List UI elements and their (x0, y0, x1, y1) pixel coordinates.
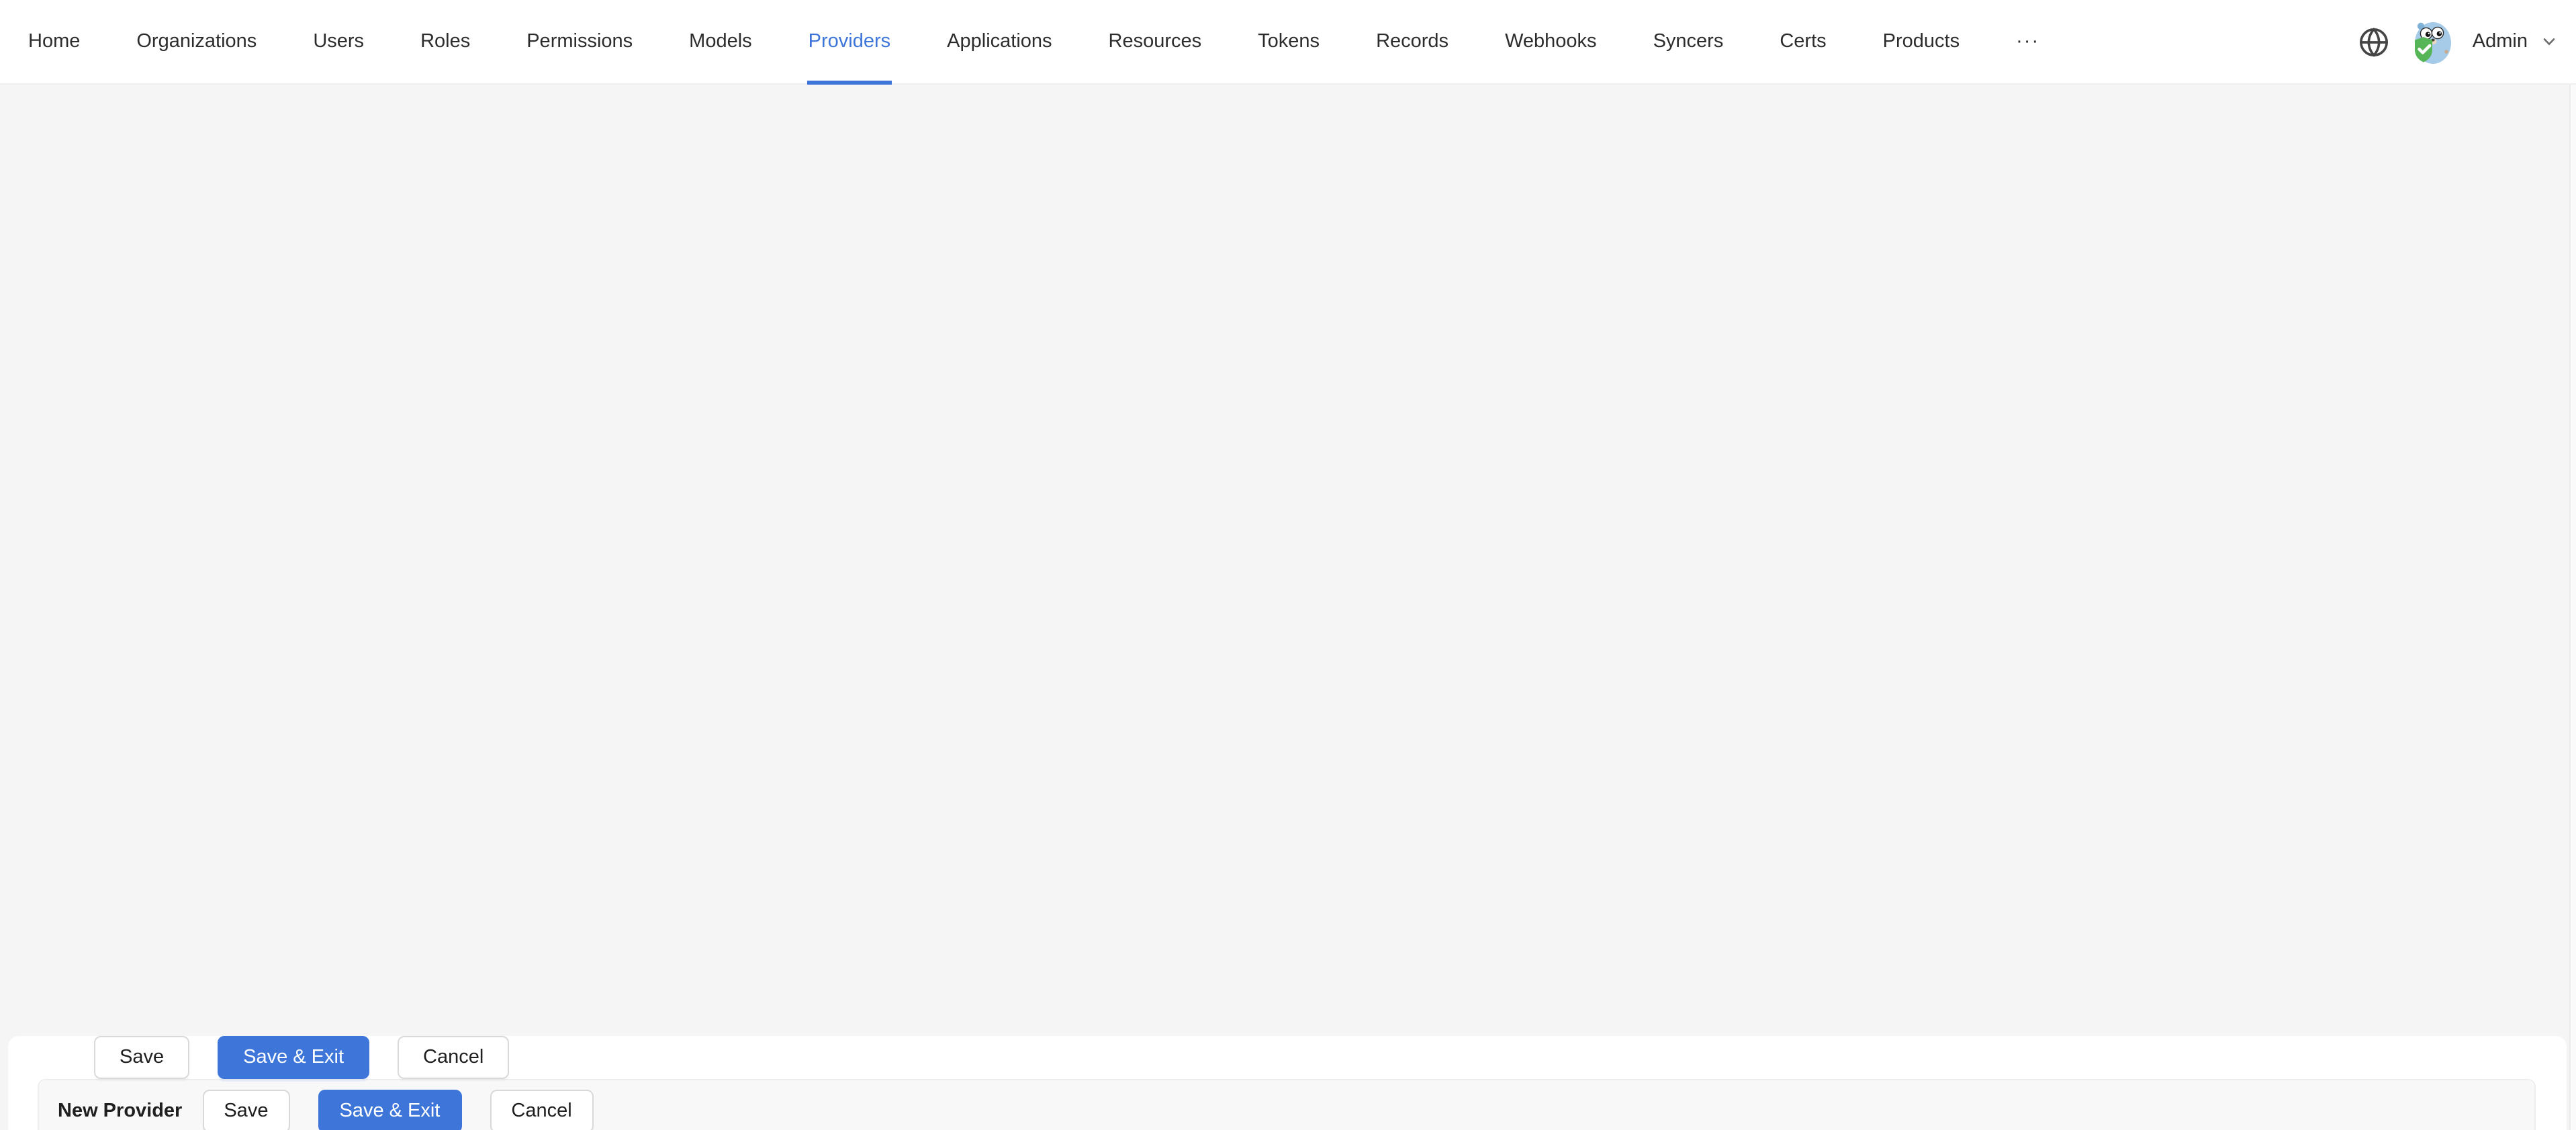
nav-item-permissions[interactable]: Permissions (498, 0, 661, 83)
nav-item-certs[interactable]: Certs (1751, 0, 1854, 83)
save-button-bottom[interactable]: Save (94, 1036, 189, 1079)
nav-item-home[interactable]: Home (0, 0, 108, 83)
nav-item-syncers[interactable]: Syncers (1625, 0, 1752, 83)
nav-item-organizations[interactable]: Organizations (108, 0, 285, 83)
page-title: New Provider (58, 1100, 182, 1122)
save-button-top[interactable]: Save (202, 1090, 289, 1130)
page-scrollbar[interactable] (2569, 85, 2576, 1130)
nav-item-providers-active[interactable]: Providers (780, 0, 919, 83)
top-nav: Home Organizations Users Roles Permissio… (0, 0, 2576, 85)
nav-item-products[interactable]: Products (1855, 0, 1988, 83)
cancel-button-bottom[interactable]: Cancel (398, 1036, 509, 1079)
user-menu-label[interactable]: Admin (2473, 31, 2528, 52)
nav-item-models[interactable]: Models (661, 0, 780, 83)
footer-actions: Save Save & Exit Cancel (94, 1036, 2567, 1079)
nav-item-webhooks[interactable]: Webhooks (1477, 0, 1625, 83)
save-and-exit-button-top[interactable]: Save & Exit (318, 1090, 461, 1130)
nav-right-section: Admin (2358, 0, 2576, 83)
panel-header: New Provider Save Save & Exit Cancel (39, 1080, 2534, 1130)
casdoor-app: Home Organizations Users Roles Permissio… (0, 0, 2576, 1130)
header-actions: Save Save & Exit Cancel (202, 1090, 593, 1130)
user-menu-chevron-down-icon[interactable] (2541, 34, 2557, 50)
cancel-button-top[interactable]: Cancel (490, 1090, 593, 1130)
new-provider-panel: New Provider Save Save & Exit Cancel Nam… (38, 1079, 2536, 1130)
nav-item-users[interactable]: Users (285, 0, 392, 83)
nav-item-roles[interactable]: Roles (392, 0, 498, 83)
nav-item-tokens[interactable]: Tokens (1230, 0, 1348, 83)
nav-overflow-ellipsis[interactable]: ··· (1988, 0, 2068, 83)
content-card: New Provider Save Save & Exit Cancel Nam… (8, 1036, 2567, 1130)
language-globe-icon[interactable] (2358, 26, 2389, 57)
page-content: New Provider Save Save & Exit Cancel Nam… (0, 85, 2576, 1130)
nav-item-resources[interactable]: Resources (1080, 0, 1230, 83)
nav-item-records[interactable]: Records (1348, 0, 1477, 83)
save-and-exit-button-bottom[interactable]: Save & Exit (218, 1036, 369, 1079)
user-avatar[interactable] (2407, 17, 2455, 66)
nav-item-applications[interactable]: Applications (919, 0, 1080, 83)
